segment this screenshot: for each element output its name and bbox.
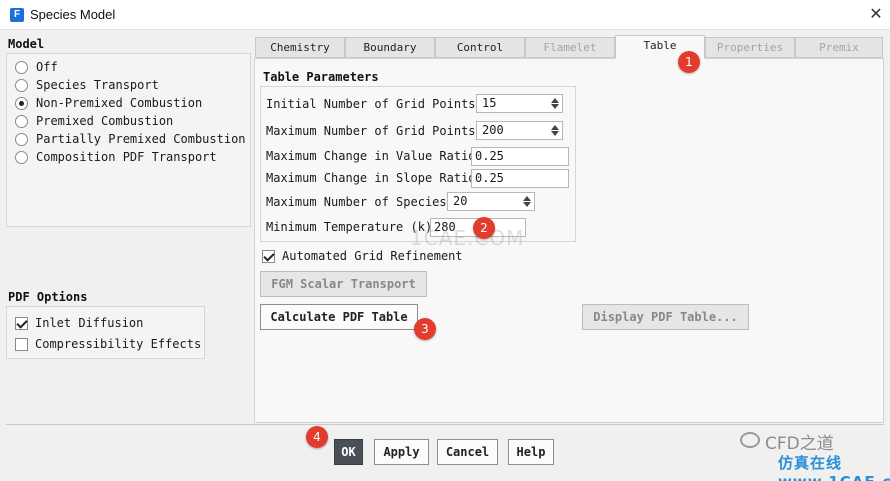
model-section-label: Model bbox=[8, 37, 45, 51]
apply-button[interactable]: Apply bbox=[374, 439, 429, 465]
fgm-scalar-transport-button[interactable]: FGM Scalar Transport bbox=[260, 271, 427, 297]
max-species-stepper[interactable]: 20 bbox=[447, 192, 535, 211]
max-change-value-input[interactable]: 0.25 bbox=[471, 147, 569, 166]
annotation-badge-4: 4 bbox=[306, 426, 328, 448]
ok-button[interactable]: OK bbox=[334, 439, 363, 465]
model-option-composition-pdf[interactable]: Composition PDF Transport bbox=[15, 149, 217, 165]
cancel-button[interactable]: Cancel bbox=[437, 439, 498, 465]
max-grid-points-value: 200 bbox=[482, 123, 504, 137]
radio-icon[interactable] bbox=[15, 78, 28, 92]
model-option-label: Composition PDF Transport bbox=[36, 150, 217, 164]
max-species-value: 20 bbox=[453, 194, 468, 208]
model-option-partially-premixed[interactable]: Partially Premixed Combustion bbox=[15, 131, 246, 147]
radio-icon[interactable] bbox=[15, 114, 28, 128]
automated-refinement-label: Automated Grid Refinement bbox=[282, 249, 463, 263]
footer-separator bbox=[6, 424, 884, 425]
model-option-label: Non-Premixed Combustion bbox=[36, 96, 203, 110]
spinner-arrows-icon[interactable] bbox=[549, 122, 562, 139]
initial-grid-points-stepper[interactable]: 15 bbox=[476, 94, 563, 113]
tab-flamelet[interactable]: Flamelet bbox=[525, 37, 615, 58]
initial-grid-points-label: Initial Number of Grid Points bbox=[266, 97, 476, 111]
window-title: Species Model bbox=[30, 7, 116, 22]
calculate-pdf-table-button[interactable]: Calculate PDF Table bbox=[260, 304, 418, 330]
max-grid-points-label: Maximum Number of Grid Points bbox=[266, 124, 476, 138]
model-option-label: Off bbox=[36, 60, 58, 74]
max-change-value-label: Maximum Change in Value Ratio bbox=[266, 149, 476, 163]
max-grid-points-stepper[interactable]: 200 bbox=[476, 121, 563, 140]
model-options-box: Off Species Transport Non-Premixed Combu… bbox=[6, 53, 251, 227]
radio-selected-icon[interactable] bbox=[15, 96, 28, 110]
wechat-watermark-icon bbox=[740, 432, 760, 448]
radio-icon[interactable] bbox=[15, 60, 28, 74]
title-bar: F Species Model ✕ bbox=[0, 0, 890, 30]
min-temperature-label: Minimum Temperature (k) bbox=[266, 220, 433, 234]
spinner-arrows-icon[interactable] bbox=[549, 95, 562, 112]
radio-icon[interactable] bbox=[15, 132, 28, 146]
initial-grid-points-value: 15 bbox=[482, 96, 497, 110]
tab-control[interactable]: Control bbox=[435, 37, 525, 58]
model-option-off[interactable]: Off bbox=[15, 59, 58, 75]
spinner-arrows-icon[interactable] bbox=[521, 193, 534, 210]
model-option-non-premixed[interactable]: Non-Premixed Combustion bbox=[15, 95, 202, 111]
checkbox-icon[interactable] bbox=[15, 337, 28, 351]
pdf-options-label: PDF Options bbox=[8, 290, 88, 304]
annotation-badge-1: 1 bbox=[678, 51, 700, 73]
max-change-slope-input[interactable]: 0.25 bbox=[471, 169, 569, 188]
model-option-label: Premixed Combustion bbox=[36, 114, 174, 128]
model-option-premixed[interactable]: Premixed Combustion bbox=[15, 113, 173, 129]
pdf-options-box: Inlet Diffusion Compressibility Effects bbox=[6, 306, 205, 359]
close-icon[interactable]: ✕ bbox=[866, 4, 886, 24]
automated-refinement-option[interactable]: Automated Grid Refinement bbox=[262, 249, 463, 263]
checkbox-checked-icon[interactable] bbox=[15, 316, 28, 330]
tab-properties[interactable]: Properties bbox=[705, 37, 795, 58]
app-icon: F bbox=[10, 8, 24, 22]
max-change-slope-label: Maximum Change in Slope Ratio bbox=[266, 171, 476, 185]
max-species-label: Maximum Number of Species bbox=[266, 195, 447, 209]
inlet-diffusion-label: Inlet Diffusion bbox=[35, 316, 144, 330]
annotation-badge-3: 3 bbox=[414, 318, 436, 340]
checkbox-checked-icon[interactable] bbox=[262, 249, 275, 263]
help-button[interactable]: Help bbox=[508, 439, 554, 465]
center-watermark: 1CAE.COM bbox=[410, 226, 525, 250]
brand-watermark: CFD之道 bbox=[765, 434, 834, 454]
tab-boundary[interactable]: Boundary bbox=[345, 37, 435, 58]
model-option-label: Partially Premixed Combustion bbox=[36, 132, 246, 146]
table-parameters-label: Table Parameters bbox=[263, 70, 379, 84]
display-pdf-table-button[interactable]: Display PDF Table... bbox=[582, 304, 749, 330]
model-option-species-transport[interactable]: Species Transport bbox=[15, 77, 159, 93]
compressibility-label: Compressibility Effects bbox=[35, 337, 202, 351]
inlet-diffusion-option[interactable]: Inlet Diffusion bbox=[15, 315, 143, 331]
tab-premix[interactable]: Premix bbox=[795, 37, 883, 58]
model-option-label: Species Transport bbox=[36, 78, 159, 92]
tab-chemistry[interactable]: Chemistry bbox=[255, 37, 345, 58]
site-watermark: 仿真在线 www.1CAE.com bbox=[778, 454, 890, 481]
compressibility-option[interactable]: Compressibility Effects bbox=[15, 336, 201, 352]
radio-icon[interactable] bbox=[15, 150, 28, 164]
annotation-badge-2: 2 bbox=[473, 217, 495, 239]
